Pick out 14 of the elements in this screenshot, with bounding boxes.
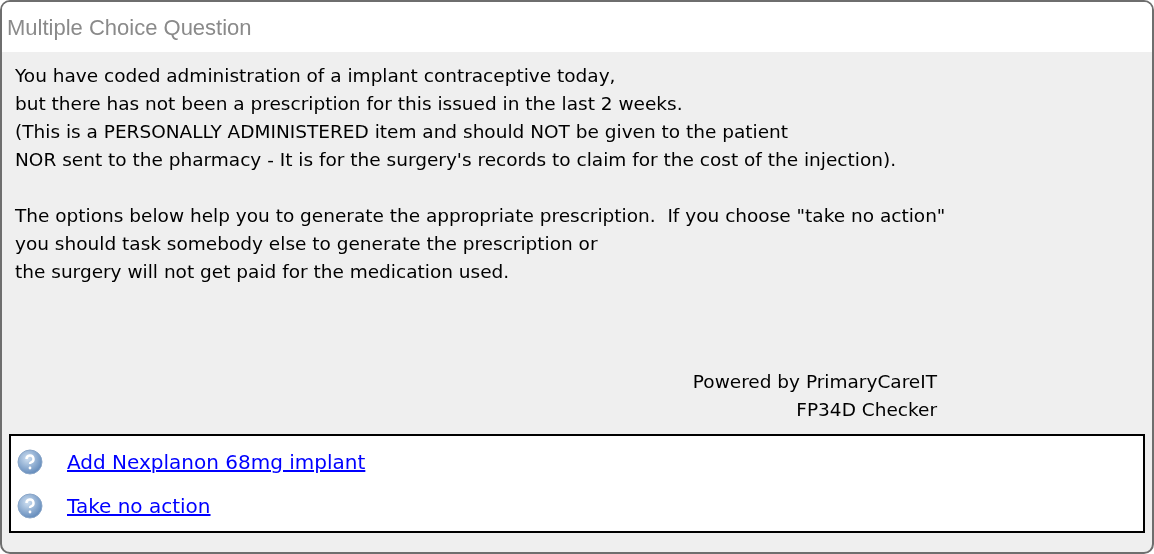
- message-line: You have coded administration of a implant contraceptive today,: [15, 64, 617, 88]
- message-line: you should task somebody else to generate the prescription or: [15, 232, 599, 256]
- message-line: NOR sent to the pharmacy - It is for the surgery's records to claim for the cost of the injection).: [15, 148, 898, 172]
- option-link[interactable]: Add Nexplanon 68mg implant: [67, 446, 366, 477]
- message-line: (This is a PERSONALLY ADMINISTERED item and should NOT be given to the patient: [15, 120, 790, 144]
- credit-text: FP34D Checker: [796, 398, 937, 422]
- credit-text: Powered by PrimaryCareIT: [692, 370, 937, 394]
- window-title: Multiple Choice Question: [7, 13, 252, 42]
- option-link[interactable]: Take no action: [67, 490, 211, 521]
- help-icon: [17, 492, 43, 519]
- message-line: The options below help you to generate the appropriate prescription. If you choose "take no action": [15, 204, 947, 228]
- help-icon: [17, 448, 43, 475]
- message-line: but there has not been a prescription for this issued in the last 2 weeks.: [15, 92, 684, 116]
- message-line: the surgery will not get paid for the medication used.: [15, 260, 511, 284]
